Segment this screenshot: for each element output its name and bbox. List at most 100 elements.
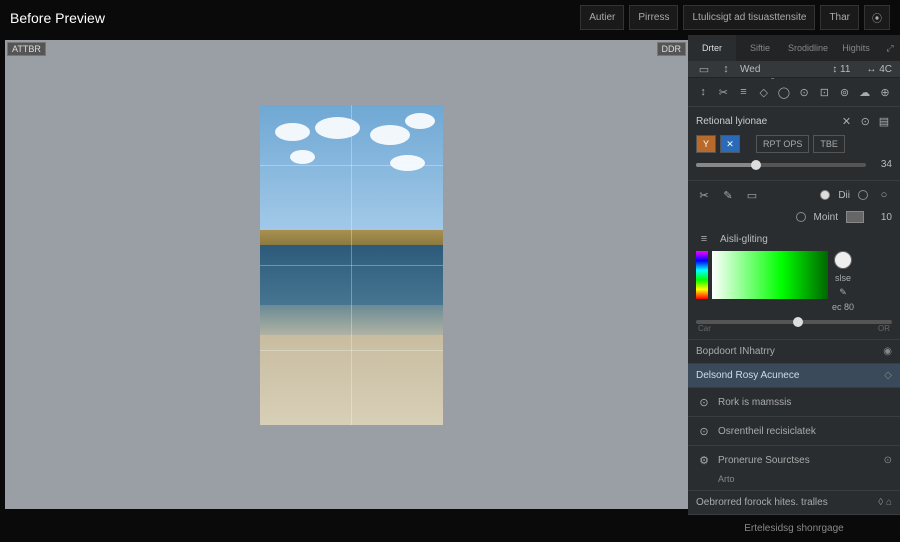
tab-0[interactable]: Drter [688,35,736,61]
sidebar-footer: Ertelesidsg shonrgage [688,514,900,542]
panel-bopdoort[interactable]: Bopdoort INhatrry ◉ [688,339,900,363]
tool-icon-8[interactable]: ☁ [858,84,872,100]
asls-icon[interactable]: ≡ [696,231,712,247]
panel-pronerure-sub: Arto [696,474,892,484]
tool-icon-7[interactable]: ⊚ [837,84,851,100]
top-bar: Before Preview Autier Pirress Ltulicsigt… [0,0,900,35]
tool-icon-6[interactable]: ⊡ [817,84,831,100]
picker-label-right: OR [878,324,890,333]
panel-osren[interactable]: ⊙ Osrentheil recisiclatek [688,416,900,445]
retinal-title-row: Retional lyionae ✕ ⊙ ▤ [696,113,892,129]
retinal-slider-value: 34 [872,159,892,170]
panel-bopdoort-label: Bopdoort INhatrry [696,346,775,357]
history-icon[interactable]: ⊙ [857,113,873,129]
div-row: ✂ ✎ ▭ Dii ○ [688,180,900,207]
chip-y[interactable]: Y [696,135,716,153]
chip-rpt[interactable]: RPT OPS [756,135,809,153]
panel-pronerure[interactable]: ⚙ Pronerure Sourctses ⊙ Arto [688,445,900,490]
eye-icon[interactable]: ◉ [883,346,892,357]
panel-delsond-label: Delsond Rosy Acunece [696,370,799,381]
canvas-badge-left: ATTBR [7,42,46,56]
picker-side: slse ✎ ec 80 [832,251,854,312]
tool-icon-3[interactable]: ◇ [757,84,771,100]
panel-pronerure-label: Pronerure Sourctses [718,455,810,466]
top-buttons: Autier Pirress Ltulicsigt ad tisuasttens… [580,5,890,30]
tool-icon-0[interactable]: ↕ [696,84,710,100]
top-btn-1[interactable]: Pirress [629,5,678,30]
rect-icon[interactable]: ▭ [744,187,760,203]
sub-row: ▭ ↕ Wed ↕ 11 ↔ 4C [688,61,900,78]
panel-rork[interactable]: ⊙ Rork is mamssis [688,387,900,416]
panel-delsond[interactable]: Delsond Rosy Acunece ◇ [688,363,900,387]
panel-rork-label: Rork is mamssis [718,397,791,408]
chip-x[interactable]: ✕ [720,135,740,153]
retinal-section: Retional lyionae ✕ ⊙ ▤ Y ✕ RPT OPS TBE [688,106,900,180]
tool-icon-2[interactable]: ≡ [736,84,750,100]
canvas-area[interactable]: ATTBR DDR [5,40,688,509]
swatch[interactable] [834,251,852,269]
top-btn-3[interactable]: Thar [820,5,859,30]
picker-swatch-icon[interactable]: ✎ [839,287,847,298]
panel-osren-label: Osrentheil recisiclatek [718,426,816,437]
close-icon[interactable]: ✕ [838,113,854,129]
retinal-title: Retional lyionae [696,116,767,127]
moint-row: Moint 10 [688,207,900,227]
picker-slider[interactable] [696,320,892,324]
tabs: Drter Siftie Ehersingh Srodidline Highit… [688,35,900,61]
circle-icon-2: ⊙ [696,423,712,439]
canvas-badge-right: DDR [657,42,687,56]
panel-oebrorred-label: Oebrorred forock hites. tralles [696,497,828,508]
retinal-slider[interactable] [696,163,866,167]
top-btn-icon[interactable]: ⦿ [864,5,890,30]
tab-2[interactable]: Srodidline [784,35,832,61]
photo-preview[interactable] [260,105,443,425]
chip-tbe[interactable]: TBE [813,135,845,153]
div-radio-on[interactable] [820,190,830,200]
asls-label: Aisli-gliting [720,234,768,245]
moint-value: 10 [872,212,892,223]
color-picker-row: slse ✎ ec 80 [688,251,900,318]
picker-label-left: Car [698,324,711,333]
moint-box[interactable] [846,211,864,223]
layers-icon[interactable]: ▤ [876,113,892,129]
subrow-box-icon[interactable]: ▭ [696,61,712,77]
tool-icon-9[interactable]: ⊕ [878,84,892,100]
sidebar: Drter Siftie Ehersingh Srodidline Highit… [688,35,900,514]
pencil-icon[interactable]: ✎ [720,187,736,203]
tool-icon-4[interactable]: ◯ [777,84,791,100]
moint-label: Moint [814,212,838,223]
div-end-icon[interactable]: ○ [876,187,892,203]
subrow-label: Wed [740,64,760,75]
panel-oebrorred-icons[interactable]: ◊ ⌂ [878,497,892,508]
main-area: ATTBR DDR Drter Siftie Ehersingh [0,35,900,514]
hue-strip[interactable] [696,251,708,299]
asls-row: ≡ Aisli-gliting [688,227,900,251]
tab-expand-icon[interactable]: ⤢ [880,35,900,61]
panel-oebrorred[interactable]: Oebrorred forock hites. tralles ◊ ⌂ [688,490,900,514]
target-icon[interactable]: ⊙ [884,455,892,466]
moint-radio[interactable] [796,212,806,222]
tab-3[interactable]: Highits [832,35,880,61]
tool-icon-row: ↕ ✂ ≡ ◇ ◯ ⊙ ⊡ ⊚ ☁ ⊕ [688,78,900,106]
gear-icon: ⚙ [696,452,712,468]
div-radio-off[interactable] [858,190,868,200]
tool-icon-5[interactable]: ⊙ [797,84,811,100]
picker-swatch-value: ec 80 [832,302,854,312]
picker-side-label: slse [835,273,851,283]
subrow-sort-icon[interactable]: ↕ [718,61,734,77]
picker-bottom-slider: Car OR [688,318,900,339]
diamond-icon[interactable]: ◇ [884,370,892,381]
subrow-val-right: ↔ 4C [866,64,892,75]
retinal-slider-row: 34 [696,159,892,170]
retinal-side-icons: ✕ ⊙ ▤ [838,113,892,129]
div-label: Dii [838,190,850,201]
circle-icon: ⊙ [696,394,712,410]
top-btn-2[interactable]: Ltulicsigt ad tisuasttensite [683,5,815,30]
subrow-val-left: ↕ 11 [832,64,850,75]
chip-row: Y ✕ RPT OPS TBE [696,135,892,153]
top-btn-0[interactable]: Autier [580,5,624,30]
color-picker[interactable] [712,251,828,299]
scissors-icon[interactable]: ✂ [696,187,712,203]
tool-icon-1[interactable]: ✂ [716,84,730,100]
tab-1[interactable]: Siftie Ehersingh [736,35,784,61]
